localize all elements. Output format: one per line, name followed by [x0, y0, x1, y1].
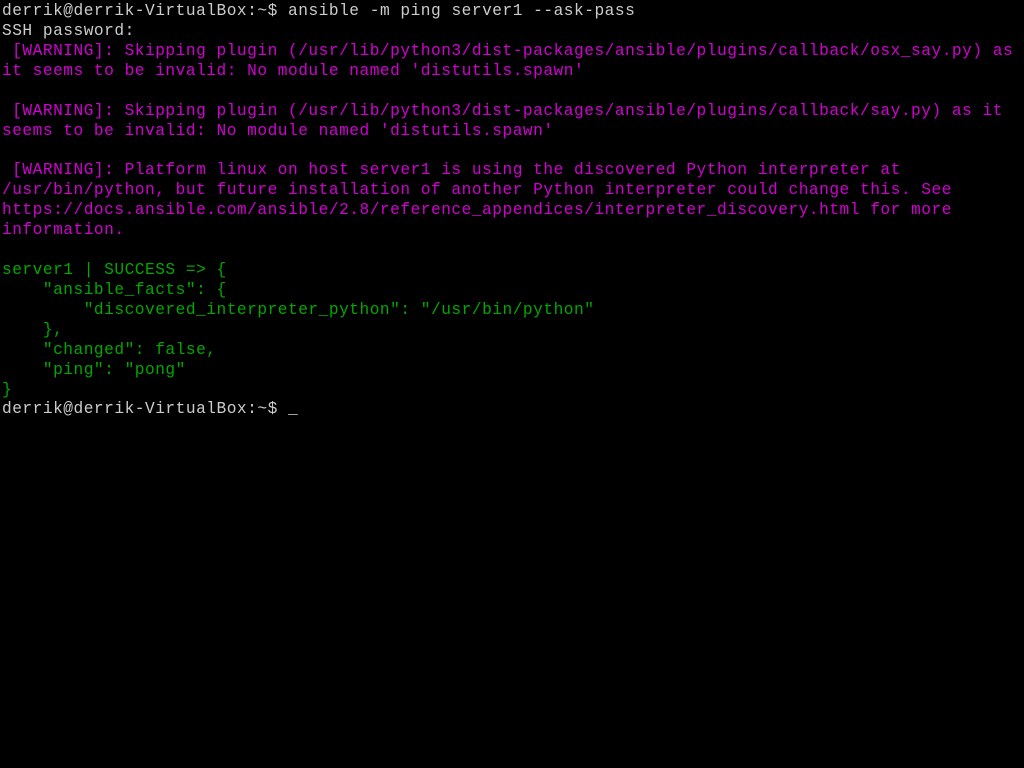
prompt2-path: ~: [257, 400, 267, 418]
cursor: _: [288, 400, 298, 418]
terminal-output[interactable]: derrik@derrik-VirtualBox:~$ ansible -m p…: [2, 2, 1024, 420]
warning-message-2: [WARNING]: Skipping plugin (/usr/lib/pyt…: [2, 102, 1003, 140]
prompt-userhost: derrik@derrik-VirtualBox: [2, 2, 247, 20]
prompt2-userhost: derrik@derrik-VirtualBox: [2, 400, 247, 418]
prompt2-symbol: $: [268, 400, 288, 418]
ssh-password-prompt: SSH password:: [2, 22, 135, 40]
prompt-symbol: $: [268, 2, 288, 20]
success-output: server1 | SUCCESS => { "ansible_facts": …: [2, 261, 594, 399]
prompt-separator: :: [247, 2, 257, 20]
command-text: ansible -m ping server1 --ask-pass: [288, 2, 635, 20]
prompt-path: ~: [257, 2, 267, 20]
warning-message-3: [WARNING]: Platform linux on host server…: [2, 161, 952, 239]
warning-message-1: [WARNING]: Skipping plugin (/usr/lib/pyt…: [2, 42, 1013, 80]
prompt2-separator: :: [247, 400, 257, 418]
